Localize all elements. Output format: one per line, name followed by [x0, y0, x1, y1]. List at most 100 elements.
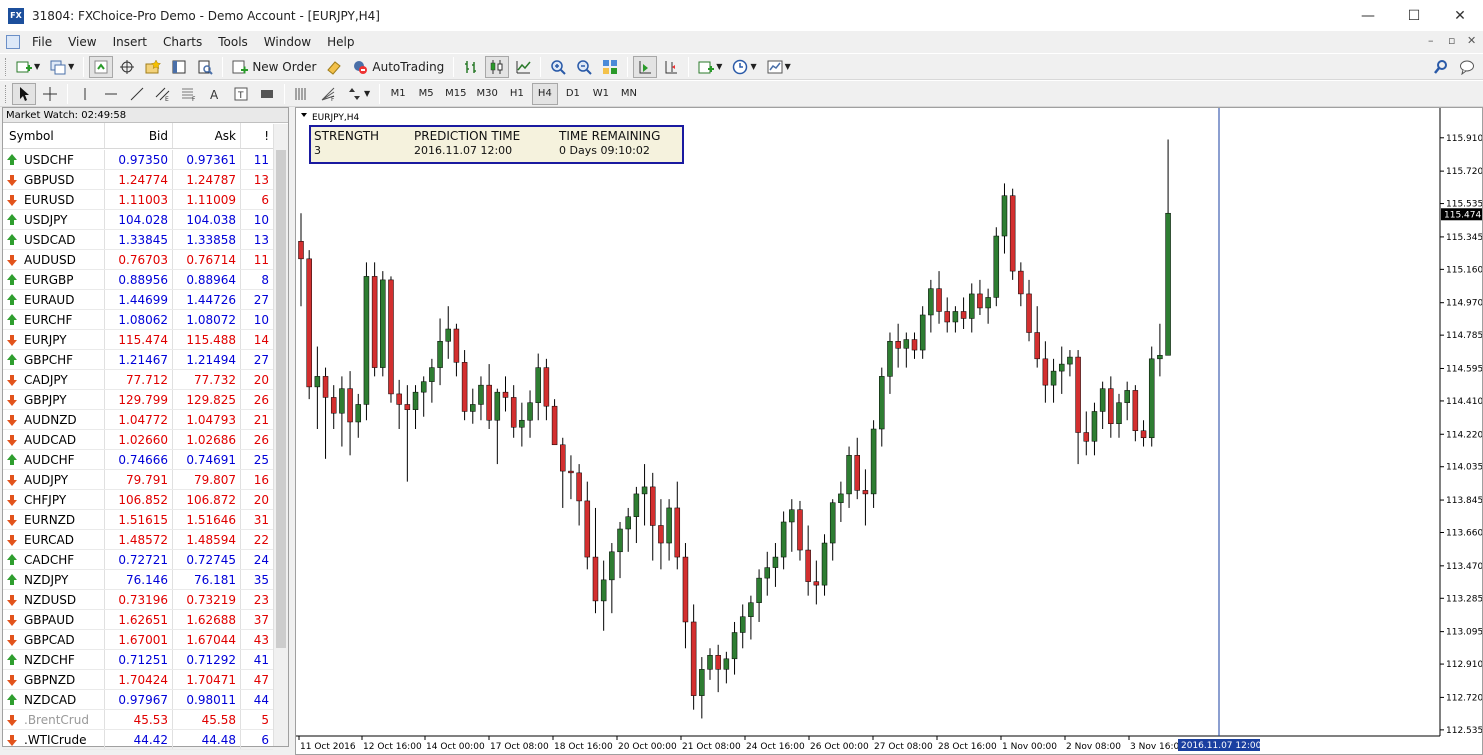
vertical-line-button[interactable] — [73, 83, 97, 105]
navigator-button[interactable] — [141, 56, 165, 78]
market-watch-row[interactable]: CADJPY 77.712 77.732 20 — [3, 370, 273, 390]
market-watch-row[interactable]: NZDUSD 0.73196 0.73219 23 — [3, 590, 273, 610]
market-watch-row[interactable]: AUDNZD 1.04772 1.04793 21 — [3, 410, 273, 430]
trendline-button[interactable] — [125, 83, 149, 105]
fibo-fan-button[interactable]: F — [316, 83, 340, 105]
market-watch-row[interactable]: EURUSD 1.11003 1.11009 6 — [3, 190, 273, 210]
timeframe-w1-button[interactable]: W1 — [588, 83, 614, 105]
equidistant-channel-button[interactable]: E — [151, 83, 175, 105]
chart-shift-button[interactable] — [659, 56, 683, 78]
market-watch-row[interactable]: AUDCHF 0.74666 0.74691 25 — [3, 450, 273, 470]
market-watch-row[interactable]: USDCAD 1.33845 1.33858 13 — [3, 230, 273, 250]
minimize-button[interactable]: — — [1345, 0, 1391, 31]
candlestick-chart-button[interactable] — [485, 55, 510, 78]
templates-button[interactable]: ▼ — [763, 56, 795, 78]
mdi-close-button[interactable]: ✕ — [1467, 34, 1476, 47]
column-header-bid[interactable]: Bid — [105, 123, 173, 148]
menu-charts[interactable]: Charts — [155, 35, 210, 49]
timeframe-h1-button[interactable]: H1 — [504, 83, 530, 105]
menu-help[interactable]: Help — [319, 35, 362, 49]
chat-button[interactable] — [1455, 56, 1479, 78]
market-watch-row[interactable]: CADCHF 0.72721 0.72745 24 — [3, 550, 273, 570]
auto-trading-button[interactable]: AutoTrading — [348, 56, 448, 78]
gann-tool-button[interactable] — [290, 83, 314, 105]
menu-file[interactable]: File — [24, 35, 60, 49]
new-order-button[interactable]: New Order — [228, 56, 320, 78]
chart-label-dropdown-icon[interactable] — [301, 113, 307, 117]
market-watch-row[interactable]: GBPUSD 1.24774 1.24787 13 — [3, 170, 273, 190]
timeframe-m30-button[interactable]: M30 — [473, 83, 502, 105]
timeframe-m1-button[interactable]: M1 — [385, 83, 411, 105]
market-watch-row[interactable]: EURAUD 1.44699 1.44726 27 — [3, 290, 273, 310]
market-watch-row[interactable]: .WTICrude 44.42 44.48 6 — [3, 730, 273, 750]
line-chart-button[interactable] — [511, 56, 535, 78]
toolbar-grip[interactable] — [5, 57, 8, 76]
market-watch-row[interactable]: NZDJPY 76.146 76.181 35 — [3, 570, 273, 590]
column-header-ask[interactable]: Ask — [173, 123, 241, 148]
market-watch-row[interactable]: GBPCAD 1.67001 1.67044 43 — [3, 630, 273, 650]
strategy-tester-button[interactable] — [193, 56, 217, 78]
market-watch-row[interactable]: EURJPY 115.474 115.488 14 — [3, 330, 273, 350]
chart-autoscroll-button[interactable] — [633, 55, 658, 78]
price-chart[interactable]: EURJPY,H4 115.910 115.720 115.535 115.345 115… — [296, 108, 1482, 754]
menu-tools[interactable]: Tools — [210, 35, 256, 49]
fibonacci-button[interactable]: F — [177, 83, 201, 105]
market-watch-row[interactable]: EURCAD 1.48572 1.48594 22 — [3, 530, 273, 550]
new-chart-button[interactable]: ▼ — [12, 56, 44, 78]
market-watch-row[interactable]: EURGBP 0.88956 0.88964 8 — [3, 270, 273, 290]
market-watch-row[interactable]: GBPJPY 129.799 129.825 26 — [3, 390, 273, 410]
menu-insert[interactable]: Insert — [105, 35, 155, 49]
arrows-tool-button[interactable]: ▼ — [342, 83, 374, 105]
indicators-button[interactable]: ▼ — [694, 56, 726, 78]
metaeditor-button[interactable] — [322, 56, 346, 78]
timeframe-m5-button[interactable]: M5 — [413, 83, 439, 105]
periods-button[interactable]: ▼ — [728, 56, 760, 78]
market-watch-row[interactable]: AUDUSD 0.76703 0.76714 11 — [3, 250, 273, 270]
market-watch-row[interactable]: AUDJPY 79.791 79.807 16 — [3, 470, 273, 490]
zoom-in-button[interactable] — [546, 56, 570, 78]
search-button[interactable] — [1429, 56, 1453, 78]
column-header-symbol[interactable]: Symbol — [3, 123, 105, 148]
market-watch-row[interactable]: EURNZD 1.51615 1.51646 31 — [3, 510, 273, 530]
market-watch-toggle-button[interactable] — [89, 55, 114, 78]
mdi-minimize-button[interactable]: – — [1428, 34, 1434, 47]
mdi-restore-button[interactable]: ▫ — [1448, 34, 1455, 47]
market-watch-row[interactable]: GBPNZD 1.70424 1.70471 47 — [3, 670, 273, 690]
timeframe-m15-button[interactable]: M15 — [441, 83, 470, 105]
market-watch-row[interactable]: .BrentCrud 45.53 45.58 5 — [3, 710, 273, 730]
market-watch-scrollbar[interactable] — [273, 124, 288, 746]
timeframe-mn-button[interactable]: MN — [616, 83, 642, 105]
data-window-button[interactable] — [115, 56, 139, 78]
toolbar-grip[interactable] — [5, 84, 8, 103]
market-watch-row[interactable]: GBPCHF 1.21467 1.21494 27 — [3, 350, 273, 370]
market-watch-row[interactable]: AUDCAD 1.02660 1.02686 26 — [3, 430, 273, 450]
market-watch-row[interactable]: USDCHF 0.97350 0.97361 11 — [3, 150, 273, 170]
tile-windows-button[interactable] — [598, 56, 622, 78]
maximize-button[interactable]: ☐ — [1391, 0, 1437, 31]
menu-view[interactable]: View — [60, 35, 104, 49]
market-watch-row[interactable]: USDJPY 104.028 104.038 10 — [3, 210, 273, 230]
timeframe-h4-button[interactable]: H4 — [531, 82, 558, 105]
close-button[interactable]: ✕ — [1437, 0, 1483, 31]
crosshair-tool-button[interactable] — [38, 83, 62, 105]
market-watch-row[interactable]: NZDCAD 0.97967 0.98011 44 — [3, 690, 273, 710]
column-header-spread[interactable]: ! — [241, 123, 273, 148]
text-label-button[interactable]: T — [229, 83, 253, 105]
chart-window[interactable]: EURJPY,H4 115.910 115.720 115.535 115.345 115… — [295, 107, 1483, 755]
timeframe-d1-button[interactable]: D1 — [560, 83, 586, 105]
chart-window-icon[interactable] — [6, 35, 20, 49]
terminal-button[interactable] — [167, 56, 191, 78]
market-watch-row[interactable]: NZDCHF 0.71251 0.71292 41 — [3, 650, 273, 670]
menu-window[interactable]: Window — [256, 35, 319, 49]
scrollbar-thumb[interactable] — [276, 150, 286, 648]
cursor-tool-button[interactable] — [12, 82, 36, 105]
text-tool-button[interactable]: A — [203, 83, 227, 105]
horizontal-line-button[interactable] — [99, 83, 123, 105]
market-watch-row[interactable]: CHFJPY 106.852 106.872 20 — [3, 490, 273, 510]
rectangle-tool-button[interactable] — [255, 83, 279, 105]
profiles-button[interactable]: ▼ — [46, 56, 78, 78]
bar-chart-button[interactable] — [459, 56, 483, 78]
market-watch-row[interactable]: EURCHF 1.08062 1.08072 10 — [3, 310, 273, 330]
market-watch-row[interactable]: GBPAUD 1.62651 1.62688 37 — [3, 610, 273, 630]
zoom-out-button[interactable] — [572, 56, 596, 78]
